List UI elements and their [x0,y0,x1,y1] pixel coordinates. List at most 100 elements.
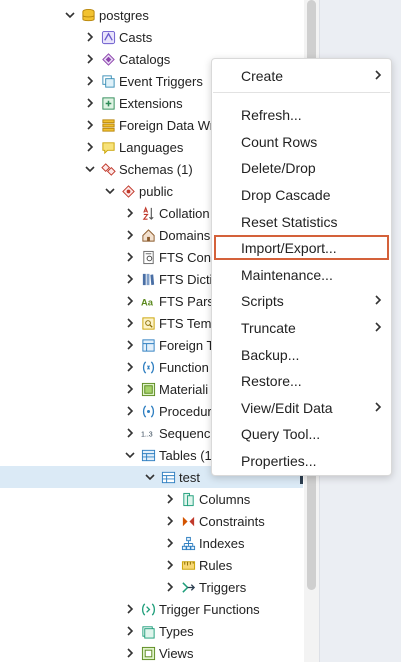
chevron-right-icon[interactable] [124,224,136,246]
tree-item-columns[interactable]: Columns [0,488,303,510]
chevron-right-icon[interactable] [164,510,176,532]
tree-item-triggers[interactable]: Triggers [0,576,303,598]
fts-dictionaries-icon [140,271,156,287]
chevron-right-icon[interactable] [84,70,96,92]
tree-item-label: Rules [199,557,233,573]
views-icon [140,645,156,661]
menu-item-drop-cascade[interactable]: Drop Cascade [214,182,389,207]
chevron-right-icon[interactable] [164,554,176,576]
tree-item-label: Event Triggers [119,73,203,89]
chevron-right-icon[interactable] [164,576,176,598]
tree-item-label: Constraints [199,513,265,529]
menu-item-maintenance[interactable]: Maintenance... [214,262,389,287]
chevron-down-icon[interactable] [64,4,76,26]
types-icon [140,623,156,639]
foreign-data-wrappers-icon [100,117,116,133]
triggers-icon [180,579,196,595]
tree-item-label: Extensions [119,95,183,111]
chevron-right-icon[interactable] [124,312,136,334]
menu-item-backup[interactable]: Backup... [214,342,389,367]
tree-item-views[interactable]: Views [0,642,303,662]
menu-item-restore[interactable]: Restore... [214,368,389,393]
fts-configurations-icon [140,249,156,265]
tree-item-constraints[interactable]: Constraints [0,510,303,532]
tree-item-label: FTS Conf [159,249,215,265]
tree-item-label: FTS Tem [159,315,212,331]
table-icon [160,469,176,485]
menu-item-count-rows[interactable]: Count Rows [214,129,389,154]
constraints-icon [180,513,196,529]
sequences-icon: 1..3 [140,425,156,441]
chevron-right-icon[interactable] [124,202,136,224]
menu-item-label: Scripts [241,292,284,309]
menu-item-query-tool[interactable]: Query Tool... [214,421,389,446]
rules-icon [180,557,196,573]
menu-item-refresh[interactable]: Refresh... [214,102,389,127]
chevron-right-icon[interactable] [124,400,136,422]
domains-icon [140,227,156,243]
chevron-down-icon[interactable] [84,158,96,180]
menu-item-label: Create [241,67,284,84]
menu-item-import-export[interactable]: Import/Export... [214,235,389,260]
menu-item-view-edit-data[interactable]: View/Edit Data [214,395,389,420]
chevron-right-icon[interactable] [124,290,136,312]
tree-item-types[interactable]: Types [0,620,303,642]
procedures-icon [140,403,156,419]
chevron-right-icon[interactable] [84,26,96,48]
chevron-right-icon[interactable] [124,268,136,290]
catalogs-icon [100,51,116,67]
chevron-right-icon [375,70,382,80]
menu-item-label: Reset Statistics [241,213,338,230]
chevron-down-icon[interactable] [104,180,116,202]
tree-item-indexes[interactable]: Indexes [0,532,303,554]
chevron-right-icon[interactable] [84,114,96,136]
chevron-right-icon[interactable] [164,532,176,554]
tree-item-casts[interactable]: Casts [0,26,303,48]
menu-item-label: Delete/Drop [241,159,316,176]
schemas-icon [100,161,116,177]
tree-item-label: Collation [159,205,210,221]
tree-item-label: Sequenc [159,425,211,441]
tree-item-label: postgres [99,7,149,23]
tree-item-label: Procedur [159,403,212,419]
chevron-right-icon[interactable] [124,598,136,620]
chevron-right-icon[interactable] [124,246,136,268]
menu-item-label: Maintenance... [241,266,333,283]
menu-item-truncate[interactable]: Truncate [214,315,389,340]
tree-item-label: Foreign T [159,337,215,353]
chevron-right-icon[interactable] [124,422,136,444]
tree-item-label: Types [159,623,194,639]
chevron-right-icon[interactable] [124,378,136,400]
schema-icon [120,183,136,199]
tree-item-label: public [139,183,173,199]
tree-item-label: Trigger Functions [159,601,260,617]
collation-icon [140,205,156,221]
menu-item-create[interactable]: Create [214,63,389,88]
chevron-right-icon[interactable] [164,488,176,510]
tree-item-label: Domains [159,227,211,243]
chevron-right-icon[interactable] [84,92,96,114]
menu-item-properties[interactable]: Properties... [214,448,389,473]
tree-item-rules[interactable]: Rules [0,554,303,576]
menu-item-label: Count Rows [241,133,318,150]
tree-item-trigger-functions[interactable]: Trigger Functions [0,598,303,620]
tree-item-postgres[interactable]: postgres [0,4,303,26]
tree-item-label: Columns [199,491,251,507]
chevron-right-icon[interactable] [124,334,136,356]
tree-item-label: Function [159,359,209,375]
chevron-right-icon[interactable] [124,642,136,662]
fts-parsers-icon: Aa [140,293,156,309]
chevron-right-icon[interactable] [84,136,96,158]
chevron-down-icon[interactable] [124,444,136,466]
menu-item-scripts[interactable]: Scripts [214,288,389,313]
tree-item-label: FTS Pars [159,293,214,309]
chevron-right-icon[interactable] [124,620,136,642]
menu-item-delete-drop[interactable]: Delete/Drop [214,155,389,180]
chevron-right-icon[interactable] [84,48,96,70]
tree-item-label: Materiali [159,381,209,397]
tree-item-label: Foreign Data Wr [119,117,215,133]
tree-item-label: Languages [119,139,184,155]
chevron-right-icon[interactable] [124,356,136,378]
chevron-down-icon[interactable] [144,466,156,488]
menu-item-reset-statistics[interactable]: Reset Statistics [214,209,389,234]
